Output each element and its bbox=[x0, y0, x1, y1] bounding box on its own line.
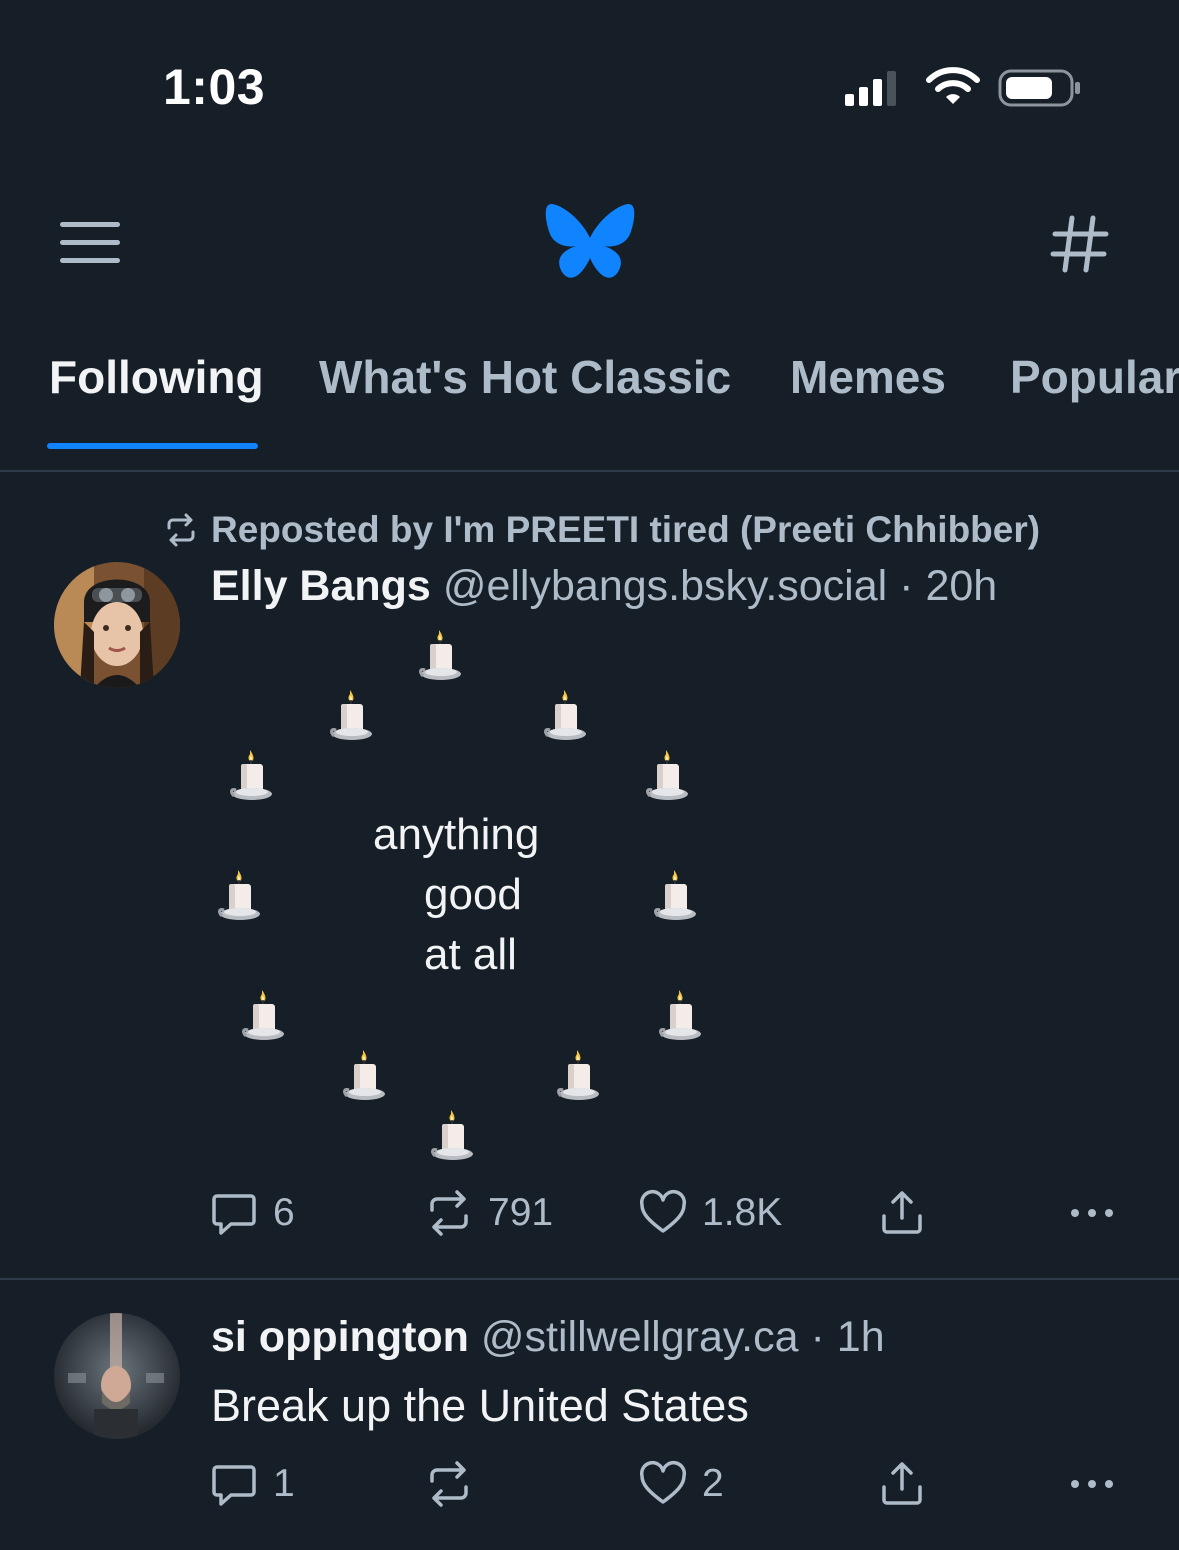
post-divider bbox=[0, 1278, 1179, 1280]
post-header: si oppington @stillwellgray.ca · 1h bbox=[211, 1313, 885, 1362]
candle-icon bbox=[429, 1108, 477, 1166]
butterfly-logo-icon[interactable] bbox=[544, 202, 636, 284]
post-timestamp[interactable]: 1h bbox=[837, 1313, 885, 1361]
tab-popular[interactable]: Popular bbox=[1010, 350, 1179, 404]
candle-icon bbox=[328, 688, 376, 746]
like-button[interactable]: 1.8K bbox=[638, 1188, 782, 1238]
avatar[interactable] bbox=[54, 1313, 180, 1439]
repost-small-icon bbox=[167, 513, 195, 547]
tab-following[interactable]: Following bbox=[49, 350, 264, 404]
avatar[interactable] bbox=[54, 562, 180, 688]
repost-label: Reposted by I'm PREETI tired (Preeti Chh… bbox=[211, 509, 1041, 550]
repost-icon bbox=[430, 1190, 468, 1236]
repost-attribution[interactable]: Reposted by I'm PREETI tired (Preeti Chh… bbox=[163, 505, 1040, 555]
hashtag-feeds-icon[interactable] bbox=[1050, 212, 1110, 274]
avatar-photo bbox=[54, 1313, 180, 1439]
battery-icon bbox=[998, 69, 1080, 107]
tab-memes[interactable]: Memes bbox=[790, 350, 946, 404]
avatar-photo bbox=[54, 562, 180, 688]
heart-icon bbox=[639, 1461, 687, 1504]
share-icon bbox=[882, 1191, 922, 1234]
active-tab-indicator bbox=[47, 443, 258, 449]
more-options-button[interactable] bbox=[1067, 1459, 1117, 1509]
heart-icon bbox=[639, 1190, 687, 1233]
post-text-line: good bbox=[424, 870, 522, 919]
candle-icon bbox=[341, 1048, 389, 1106]
hamburger-menu-icon[interactable] bbox=[58, 218, 122, 268]
post-text-line: anything bbox=[373, 810, 540, 859]
repost-icon bbox=[430, 1461, 468, 1507]
like-count: 2 bbox=[702, 1462, 724, 1505]
meta-separator: · bbox=[810, 1313, 825, 1361]
cellular-signal-icon bbox=[845, 71, 896, 106]
candle-icon bbox=[228, 748, 276, 806]
author-handle[interactable]: @stillwellgray.ca bbox=[481, 1313, 799, 1361]
more-dots-icon bbox=[1071, 1209, 1113, 1217]
share-icon bbox=[882, 1462, 922, 1505]
post-text-line: at all bbox=[424, 930, 517, 979]
candle-icon bbox=[417, 628, 465, 686]
repost-button[interactable]: 791 bbox=[424, 1188, 553, 1238]
repost-count: 791 bbox=[488, 1191, 554, 1234]
candle-icon bbox=[555, 1048, 603, 1106]
share-button[interactable] bbox=[877, 1188, 927, 1238]
more-options-button[interactable] bbox=[1067, 1188, 1117, 1238]
candle-icon bbox=[657, 988, 705, 1046]
reply-button[interactable]: 1 bbox=[209, 1459, 295, 1509]
reply-count: 1 bbox=[273, 1462, 295, 1505]
status-time: 1:03 bbox=[163, 59, 266, 115]
candle-icon bbox=[240, 988, 288, 1046]
like-count: 1.8K bbox=[702, 1191, 783, 1234]
tab-whats-hot-classic[interactable]: What's Hot Classic bbox=[319, 350, 731, 404]
wifi-icon bbox=[926, 67, 980, 104]
post-timestamp[interactable]: 20h bbox=[925, 562, 997, 610]
like-button[interactable]: 2 bbox=[638, 1459, 724, 1509]
reply-icon bbox=[212, 1194, 256, 1235]
post-header: Elly Bangs @ellybangs.bsky.social · 20h bbox=[211, 562, 997, 611]
reply-icon bbox=[212, 1465, 256, 1506]
feed-tabs: Following What's Hot Classic Memes Popul… bbox=[0, 350, 1179, 450]
reply-button[interactable]: 6 bbox=[209, 1188, 295, 1238]
candle-icon bbox=[644, 748, 692, 806]
author-name[interactable]: Elly Bangs bbox=[211, 562, 431, 610]
candle-icon bbox=[542, 688, 590, 746]
candle-icon bbox=[652, 868, 700, 926]
share-button[interactable] bbox=[877, 1459, 927, 1509]
author-name[interactable]: si oppington bbox=[211, 1313, 469, 1361]
post-text: Break up the United States bbox=[211, 1380, 749, 1431]
author-handle[interactable]: @ellybangs.bsky.social bbox=[443, 562, 887, 610]
candle-icon bbox=[216, 868, 264, 926]
reply-count: 6 bbox=[273, 1191, 295, 1234]
tabs-divider bbox=[0, 470, 1179, 472]
more-dots-icon bbox=[1071, 1480, 1113, 1488]
meta-separator: · bbox=[899, 562, 914, 610]
repost-button[interactable] bbox=[424, 1459, 488, 1509]
bluesky-home-screen: 1:03 Following What's Hot Classic Memes … bbox=[0, 0, 1179, 1550]
